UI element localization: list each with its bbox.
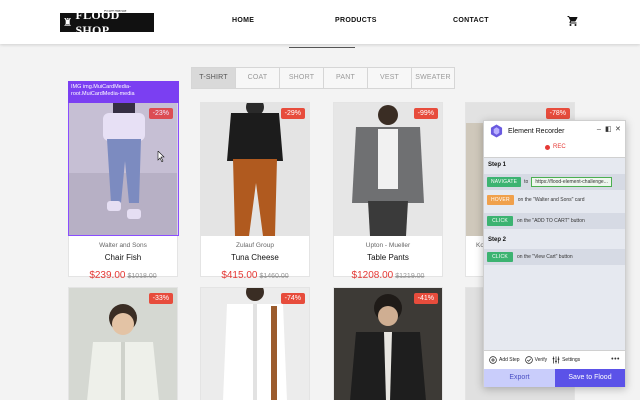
- product-card[interactable]: -29% Zulauf Group Tuna Cheese $415.00 $14…: [200, 102, 310, 281]
- save-to-flood-button[interactable]: Save to Flood: [555, 369, 625, 387]
- step-action-row[interactable]: CLICK on the "ADD TO CART" button: [484, 213, 625, 229]
- product-card[interactable]: -41%: [333, 287, 443, 400]
- verify-label: Verify: [534, 357, 548, 363]
- action-description: on the "ADD TO CART" button: [517, 218, 585, 224]
- tab-coat[interactable]: COAT: [236, 68, 280, 88]
- product-prices: $1208.00 $1219.00: [334, 265, 442, 283]
- nav-contact[interactable]: CONTACT: [453, 17, 489, 24]
- tab-t-shirt[interactable]: T-SHIRT: [192, 68, 236, 88]
- step-action-row[interactable]: NAVIGATE to https://flood-element-challe…: [484, 174, 625, 190]
- action-description: on the "Walter and Sons" card: [517, 197, 585, 203]
- original-price: $1219.00: [395, 273, 425, 280]
- action-prefix: to: [524, 179, 529, 185]
- product-image[interactable]: [334, 103, 442, 236]
- product-vendor: Zulauf Group: [236, 242, 274, 249]
- settings-button[interactable]: Settings: [552, 356, 580, 364]
- recorder-toolbar: Add Step Verify Settings •••: [484, 350, 625, 369]
- recording-status: REC: [545, 144, 566, 150]
- recording-dot-icon: [545, 144, 550, 150]
- tab-vest[interactable]: VEST: [368, 68, 412, 88]
- discount-badge: -23%: [148, 108, 173, 119]
- product-title[interactable]: Chair Fish: [69, 253, 177, 262]
- original-price: $1018.00: [127, 273, 157, 280]
- action-hover: HOVER: [487, 195, 514, 205]
- close-icon[interactable]: ✕: [615, 125, 621, 133]
- tab-pant[interactable]: PANT: [324, 68, 368, 88]
- minimize-icon[interactable]: _: [597, 123, 601, 130]
- product-card[interactable]: -33%: [68, 287, 178, 400]
- sale-price: $1208.00: [351, 270, 394, 281]
- add-step-button[interactable]: Add Step: [489, 356, 520, 364]
- product-image[interactable]: [201, 288, 309, 400]
- site-logo[interactable]: ecommerce ♜ FLOOD SHOP: [60, 8, 154, 37]
- verify-button[interactable]: Verify: [524, 356, 548, 364]
- product-card[interactable]: -99% Upton - Mueller Table Pants $1208.0…: [333, 102, 443, 281]
- discount-badge: -33%: [148, 293, 173, 304]
- recorder-header: Element Recorder _ ◧ ✕ REC: [484, 121, 625, 157]
- step-1-heading: Step 1: [488, 162, 507, 168]
- product-prices: $415.00 $1460.00: [201, 265, 309, 283]
- product-vendor: Upton - Mueller: [365, 242, 411, 249]
- nav-products[interactable]: PRODUCTS: [335, 17, 377, 24]
- dock-icon[interactable]: ◧: [605, 125, 612, 133]
- action-navigate: NAVIGATE: [487, 177, 522, 187]
- product-title[interactable]: Table Pants: [334, 253, 442, 262]
- element-selector-label: IMG img.MuiCardMedia-root.MuiCardMedia-m…: [68, 81, 179, 103]
- pointer-cursor-icon: [157, 151, 165, 162]
- recorder-logo-icon: [490, 124, 503, 138]
- sale-price: $239.00: [89, 270, 126, 281]
- export-button[interactable]: Export: [484, 369, 555, 387]
- product-vendor: Walter and Sons: [99, 242, 147, 249]
- action-description: on the "View Cart" button: [517, 254, 573, 260]
- cart-icon[interactable]: [567, 15, 579, 27]
- add-circle-icon: [489, 356, 497, 364]
- product-image[interactable]: [201, 103, 309, 236]
- discount-badge: -29%: [280, 108, 305, 119]
- more-options-icon[interactable]: •••: [611, 356, 620, 363]
- add-step-label: Add Step: [499, 357, 520, 363]
- discount-badge: -74%: [280, 293, 305, 304]
- sliders-icon: [552, 356, 560, 364]
- discount-badge: -41%: [413, 293, 438, 304]
- recorded-steps: Step 1 NAVIGATE to https://flood-element…: [484, 157, 625, 350]
- recording-label: REC: [553, 144, 566, 150]
- original-price: $1460.00: [259, 273, 289, 280]
- action-click: CLICK: [487, 252, 513, 262]
- recorder-footer: Export Save to Flood: [484, 369, 625, 387]
- logo-box: ♜ FLOOD SHOP: [60, 8, 154, 37]
- navigate-url[interactable]: https://flood-element-challenge...: [531, 177, 612, 187]
- site-header: ecommerce ♜ FLOOD SHOP HOME PRODUCTS CON…: [0, 0, 640, 44]
- product-card[interactable]: -23% Walter and Sons Chair Fish $239.00 $…: [68, 102, 178, 281]
- recorder-title: Element Recorder: [508, 128, 565, 135]
- tab-sweater[interactable]: SWEATER: [412, 68, 454, 88]
- step-2-heading: Step 2: [488, 237, 507, 243]
- product-prices: $239.00 $1018.00: [69, 265, 177, 283]
- element-recorder-panel: Element Recorder _ ◧ ✕ REC Step 1 NAVIGA…: [483, 120, 626, 387]
- action-click: CLICK: [487, 216, 513, 226]
- product-image[interactable]: [334, 288, 442, 400]
- bottle-icon: ♜: [60, 13, 76, 32]
- settings-label: Settings: [562, 357, 581, 363]
- tab-short[interactable]: SHORT: [280, 68, 324, 88]
- step-action-row[interactable]: CLICK on the "View Cart" button: [484, 249, 625, 265]
- step-action-row[interactable]: HOVER on the "Walter and Sons" card: [484, 192, 625, 208]
- title-underline: [289, 47, 355, 48]
- product-card[interactable]: -74%: [200, 287, 310, 400]
- discount-badge: -78%: [545, 108, 570, 119]
- nav-home[interactable]: HOME: [232, 17, 254, 24]
- discount-badge: -99%: [413, 108, 438, 119]
- product-image[interactable]: [69, 103, 177, 236]
- product-image[interactable]: [69, 288, 177, 400]
- category-tabs: T-SHIRT COAT SHORT PANT VEST SWEATER: [191, 67, 455, 89]
- logo-text: FLOOD SHOP: [75, 7, 120, 37]
- check-circle-icon: [524, 356, 533, 364]
- sale-price: $415.00: [221, 270, 258, 281]
- product-title[interactable]: Tuna Cheese: [201, 253, 309, 262]
